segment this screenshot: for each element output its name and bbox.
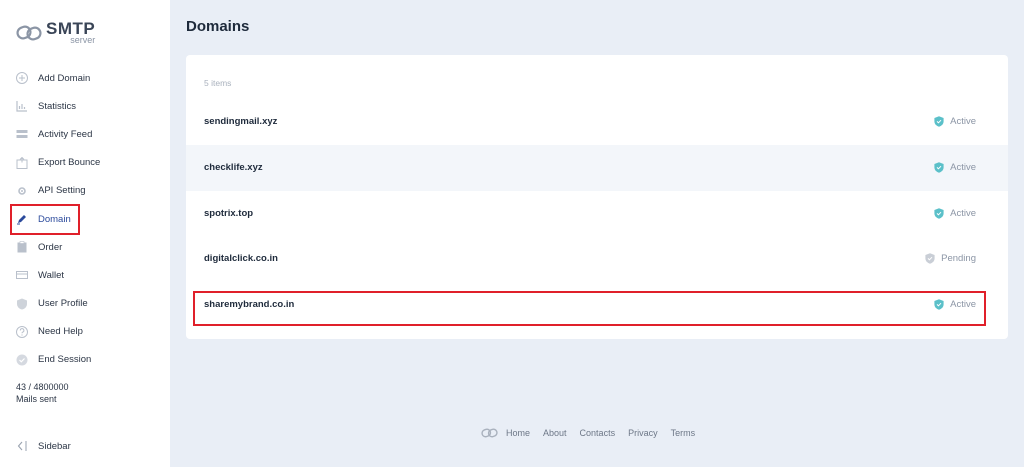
mail-quota: 43 / 4800000 Mails sent [16,381,69,405]
sidebar-item-statistics[interactable]: Statistics [0,92,170,120]
sidebar-item-label: Export Bounce [38,157,101,169]
shield-check-icon [925,253,935,264]
status-text: Active [950,162,976,174]
status-text: Active [950,116,976,128]
row-highlight-annotation [193,291,986,326]
status-badge: Active [934,162,976,173]
table-row[interactable]: digitalclick.co.in Pending [186,236,1008,282]
sidebar-item-label: Need Help [38,326,83,338]
list-icon [16,128,28,140]
sidebar-item-label: Wallet [38,269,65,281]
footer: Home About Contacts Privacy Terms [481,427,708,439]
table-row[interactable]: spotrix.top Active [186,191,1008,237]
gear-icon [16,185,28,197]
table-row[interactable]: checklife.xyz Active [186,145,1008,191]
sidebar-item-activity-feed[interactable]: Activity Feed [0,120,170,148]
domain-name[interactable]: sendingmail.xyz [204,116,277,127]
collapse-sidebar-icon [16,440,28,452]
footer-link-terms[interactable]: Terms [671,428,696,438]
domain-name[interactable]: checklife.xyz [204,162,263,173]
sidebar-item-label: Order [38,241,63,253]
quota-count: 43 / 4800000 [16,382,69,392]
sidebar-toggle-label: Sidebar [38,440,71,452]
footer-link-contacts[interactable]: Contacts [580,428,616,438]
sidebar-toggle-button[interactable]: Sidebar [16,440,71,452]
sidebar-item-label: Activity Feed [38,128,93,140]
sidebar-item-add-domain[interactable]: Add Domain [0,64,170,92]
sidebar-item-api-setting[interactable]: API Setting [0,177,170,205]
quota-label: Mails sent [16,394,57,404]
shield-check-icon [934,162,944,173]
sidebar-item-export-bounce[interactable]: Export Bounce [0,149,170,177]
sidebar-item-label: End Session [38,354,92,366]
domain-highlight-annotation [10,204,80,235]
link-logo-icon [481,427,498,439]
sidebar-item-wallet[interactable]: Wallet [0,261,170,289]
shield-icon [16,298,28,310]
item-count: 5 items [204,78,232,88]
sidebar-item-end-session[interactable]: End Session [0,346,170,374]
page-title: Domains [186,18,250,35]
sidebar-item-label: Add Domain [38,72,91,84]
sidebar-item-user-profile[interactable]: User Profile [0,290,170,318]
status-badge: Active [934,116,976,127]
table-row[interactable]: sendingmail.xyz Active [186,99,1008,145]
shield-check-icon [934,116,944,127]
brand-logo[interactable]: SMTP server [16,20,95,46]
status-badge: Active [934,208,976,219]
domain-name[interactable]: spotrix.top [204,208,253,219]
question-icon [16,325,28,338]
sidebar: SMTP server Add Domain Statistics Activi… [0,0,170,467]
sidebar-item-label: Statistics [38,100,77,112]
shield-check-icon [934,208,944,219]
check-badge-icon [16,354,28,366]
sidebar-item-label: API Setting [38,185,86,197]
chart-icon [16,100,28,112]
clipboard-icon [16,241,28,253]
sidebar-item-label: User Profile [38,298,88,310]
link-logo-icon [16,23,42,43]
status-text: Active [950,208,976,220]
status-text: Pending [941,253,976,265]
footer-link-home[interactable]: Home [506,428,530,438]
sidebar-item-need-help[interactable]: Need Help [0,318,170,346]
plus-icon [16,72,28,85]
domain-name[interactable]: digitalclick.co.in [204,253,278,264]
footer-link-privacy[interactable]: Privacy [628,428,658,438]
wallet-icon [16,269,28,281]
status-badge: Pending [925,253,976,264]
footer-link-about[interactable]: About [543,428,567,438]
export-icon [16,156,28,169]
sidebar-item-order[interactable]: Order [0,233,170,261]
